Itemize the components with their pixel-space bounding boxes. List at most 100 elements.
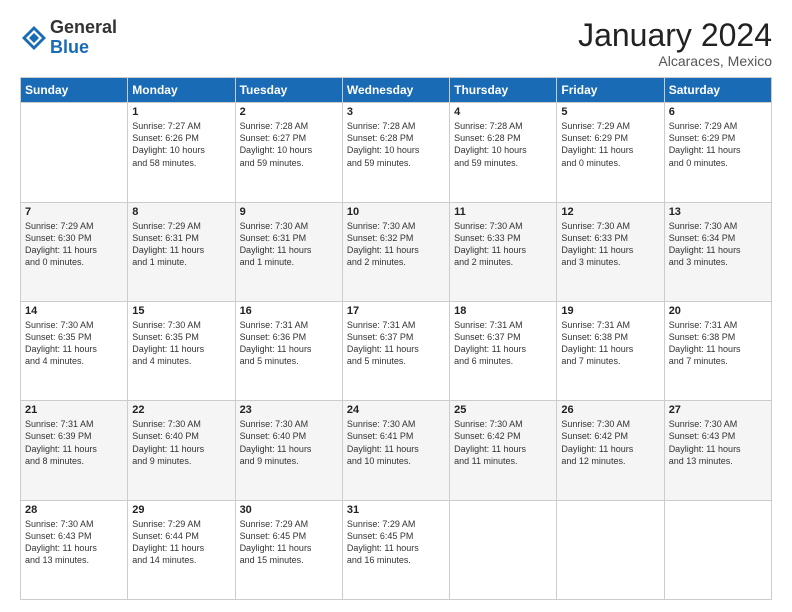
calendar-cell: 22Sunrise: 7:30 AM Sunset: 6:40 PM Dayli… — [128, 401, 235, 500]
day-info: Sunrise: 7:30 AM Sunset: 6:40 PM Dayligh… — [132, 418, 230, 467]
day-number: 23 — [240, 404, 338, 416]
day-number: 9 — [240, 206, 338, 218]
calendar-cell: 3Sunrise: 7:28 AM Sunset: 6:28 PM Daylig… — [342, 103, 449, 202]
title-block: January 2024 Alcaraces, Mexico — [578, 18, 772, 69]
week-row-1: 7 Sunrise: 7:29 AM Sunset: 6:30 PM Daylig… — [21, 202, 772, 301]
calendar-cell: 6 Sunrise: 7:29 AM Sunset: 6:29 PM Daylig… — [664, 103, 771, 202]
day-number: 24 — [347, 404, 445, 416]
day-info: Sunrise: 7:29 AM Sunset: 6:45 PM Dayligh… — [347, 518, 445, 567]
calendar-cell: 28Sunrise: 7:30 AM Sunset: 6:43 PM Dayli… — [21, 500, 128, 599]
day-number: 2 — [240, 106, 338, 118]
day-number: 26 — [561, 404, 659, 416]
day-info: Sunrise: 7:30 AM Sunset: 6:42 PM Dayligh… — [561, 418, 659, 467]
location: Alcaraces, Mexico — [578, 53, 772, 69]
day-header-saturday: Saturday — [664, 78, 771, 103]
day-info: Sunrise: 7:29 AM Sunset: 6:31 PM Dayligh… — [132, 220, 230, 269]
day-info: Sunrise: 7:28 AM Sunset: 6:27 PM Dayligh… — [240, 120, 338, 169]
day-info: Sunrise: 7:28 AM Sunset: 6:28 PM Dayligh… — [454, 120, 552, 169]
day-number: 8 — [132, 206, 230, 218]
calendar-cell: 25Sunrise: 7:30 AM Sunset: 6:42 PM Dayli… — [450, 401, 557, 500]
day-number: 18 — [454, 305, 552, 317]
day-number: 29 — [132, 504, 230, 516]
calendar-cell: 5 Sunrise: 7:29 AM Sunset: 6:29 PM Daylig… — [557, 103, 664, 202]
day-number: 4 — [454, 106, 552, 118]
calendar-cell: 4 Sunrise: 7:28 AM Sunset: 6:28 PM Daylig… — [450, 103, 557, 202]
day-number: 30 — [240, 504, 338, 516]
day-info: Sunrise: 7:30 AM Sunset: 6:34 PM Dayligh… — [669, 220, 767, 269]
day-number: 15 — [132, 305, 230, 317]
calendar-cell: 11Sunrise: 7:30 AM Sunset: 6:33 PM Dayli… — [450, 202, 557, 301]
day-number: 11 — [454, 206, 552, 218]
day-info: Sunrise: 7:30 AM Sunset: 6:35 PM Dayligh… — [132, 319, 230, 368]
calendar-cell: 23Sunrise: 7:30 AM Sunset: 6:40 PM Dayli… — [235, 401, 342, 500]
day-info: Sunrise: 7:31 AM Sunset: 6:38 PM Dayligh… — [561, 319, 659, 368]
day-number: 5 — [561, 106, 659, 118]
day-number: 16 — [240, 305, 338, 317]
day-info: Sunrise: 7:29 AM Sunset: 6:30 PM Dayligh… — [25, 220, 123, 269]
logo-icon — [20, 24, 48, 52]
day-number: 13 — [669, 206, 767, 218]
day-header-friday: Friday — [557, 78, 664, 103]
calendar-cell: 16 Sunrise: 7:31 AM Sunset: 6:36 PM Dayli… — [235, 301, 342, 400]
calendar-cell: 18 Sunrise: 7:31 AM Sunset: 6:37 PM Dayli… — [450, 301, 557, 400]
logo: General Blue — [20, 18, 117, 58]
header: General Blue January 2024 Alcaraces, Mex… — [20, 18, 772, 69]
day-info: Sunrise: 7:30 AM Sunset: 6:43 PM Dayligh… — [669, 418, 767, 467]
calendar-cell — [557, 500, 664, 599]
week-row-4: 28Sunrise: 7:30 AM Sunset: 6:43 PM Dayli… — [21, 500, 772, 599]
day-number: 31 — [347, 504, 445, 516]
day-header-tuesday: Tuesday — [235, 78, 342, 103]
day-number: 10 — [347, 206, 445, 218]
day-number: 12 — [561, 206, 659, 218]
calendar-page: General Blue January 2024 Alcaraces, Mex… — [0, 0, 792, 612]
day-number: 7 — [25, 206, 123, 218]
calendar-cell: 13 Sunrise: 7:30 AM Sunset: 6:34 PM Dayli… — [664, 202, 771, 301]
calendar-cell — [21, 103, 128, 202]
calendar-cell: 26 Sunrise: 7:30 AM Sunset: 6:42 PM Dayli… — [557, 401, 664, 500]
header-row: SundayMondayTuesdayWednesdayThursdayFrid… — [21, 78, 772, 103]
day-number: 20 — [669, 305, 767, 317]
calendar-cell: 27Sunrise: 7:30 AM Sunset: 6:43 PM Dayli… — [664, 401, 771, 500]
day-header-thursday: Thursday — [450, 78, 557, 103]
calendar-table: SundayMondayTuesdayWednesdayThursdayFrid… — [20, 77, 772, 600]
day-info: Sunrise: 7:31 AM Sunset: 6:36 PM Dayligh… — [240, 319, 338, 368]
calendar-cell — [664, 500, 771, 599]
day-info: Sunrise: 7:30 AM Sunset: 6:35 PM Dayligh… — [25, 319, 123, 368]
calendar-cell: 24Sunrise: 7:30 AM Sunset: 6:41 PM Dayli… — [342, 401, 449, 500]
day-info: Sunrise: 7:30 AM Sunset: 6:32 PM Dayligh… — [347, 220, 445, 269]
day-info: Sunrise: 7:31 AM Sunset: 6:39 PM Dayligh… — [25, 418, 123, 467]
logo-general: General — [50, 18, 117, 38]
calendar-cell: 1 Sunrise: 7:27 AM Sunset: 6:26 PM Daylig… — [128, 103, 235, 202]
calendar-cell: 31 Sunrise: 7:29 AM Sunset: 6:45 PM Dayli… — [342, 500, 449, 599]
calendar-cell: 9 Sunrise: 7:30 AM Sunset: 6:31 PM Daylig… — [235, 202, 342, 301]
day-info: Sunrise: 7:30 AM Sunset: 6:31 PM Dayligh… — [240, 220, 338, 269]
day-number: 21 — [25, 404, 123, 416]
day-number: 17 — [347, 305, 445, 317]
day-header-sunday: Sunday — [21, 78, 128, 103]
day-info: Sunrise: 7:29 AM Sunset: 6:45 PM Dayligh… — [240, 518, 338, 567]
day-info: Sunrise: 7:29 AM Sunset: 6:29 PM Dayligh… — [561, 120, 659, 169]
calendar-cell: 8 Sunrise: 7:29 AM Sunset: 6:31 PM Daylig… — [128, 202, 235, 301]
day-info: Sunrise: 7:30 AM Sunset: 6:42 PM Dayligh… — [454, 418, 552, 467]
day-info: Sunrise: 7:29 AM Sunset: 6:29 PM Dayligh… — [669, 120, 767, 169]
day-number: 19 — [561, 305, 659, 317]
calendar-cell: 29Sunrise: 7:29 AM Sunset: 6:44 PM Dayli… — [128, 500, 235, 599]
calendar-cell: 7 Sunrise: 7:29 AM Sunset: 6:30 PM Daylig… — [21, 202, 128, 301]
day-number: 14 — [25, 305, 123, 317]
calendar-cell: 15 Sunrise: 7:30 AM Sunset: 6:35 PM Dayli… — [128, 301, 235, 400]
calendar-cell: 30 Sunrise: 7:29 AM Sunset: 6:45 PM Dayli… — [235, 500, 342, 599]
day-number: 1 — [132, 106, 230, 118]
calendar-cell: 12 Sunrise: 7:30 AM Sunset: 6:33 PM Dayli… — [557, 202, 664, 301]
day-number: 6 — [669, 106, 767, 118]
day-info: Sunrise: 7:31 AM Sunset: 6:37 PM Dayligh… — [454, 319, 552, 368]
logo-text: General Blue — [50, 18, 117, 58]
calendar-cell: 17Sunrise: 7:31 AM Sunset: 6:37 PM Dayli… — [342, 301, 449, 400]
calendar-cell: 21 Sunrise: 7:31 AM Sunset: 6:39 PM Dayli… — [21, 401, 128, 500]
logo-blue: Blue — [50, 38, 117, 58]
day-info: Sunrise: 7:28 AM Sunset: 6:28 PM Dayligh… — [347, 120, 445, 169]
month-title: January 2024 — [578, 18, 772, 53]
day-info: Sunrise: 7:27 AM Sunset: 6:26 PM Dayligh… — [132, 120, 230, 169]
week-row-3: 21 Sunrise: 7:31 AM Sunset: 6:39 PM Dayli… — [21, 401, 772, 500]
day-info: Sunrise: 7:30 AM Sunset: 6:33 PM Dayligh… — [561, 220, 659, 269]
calendar-cell — [450, 500, 557, 599]
